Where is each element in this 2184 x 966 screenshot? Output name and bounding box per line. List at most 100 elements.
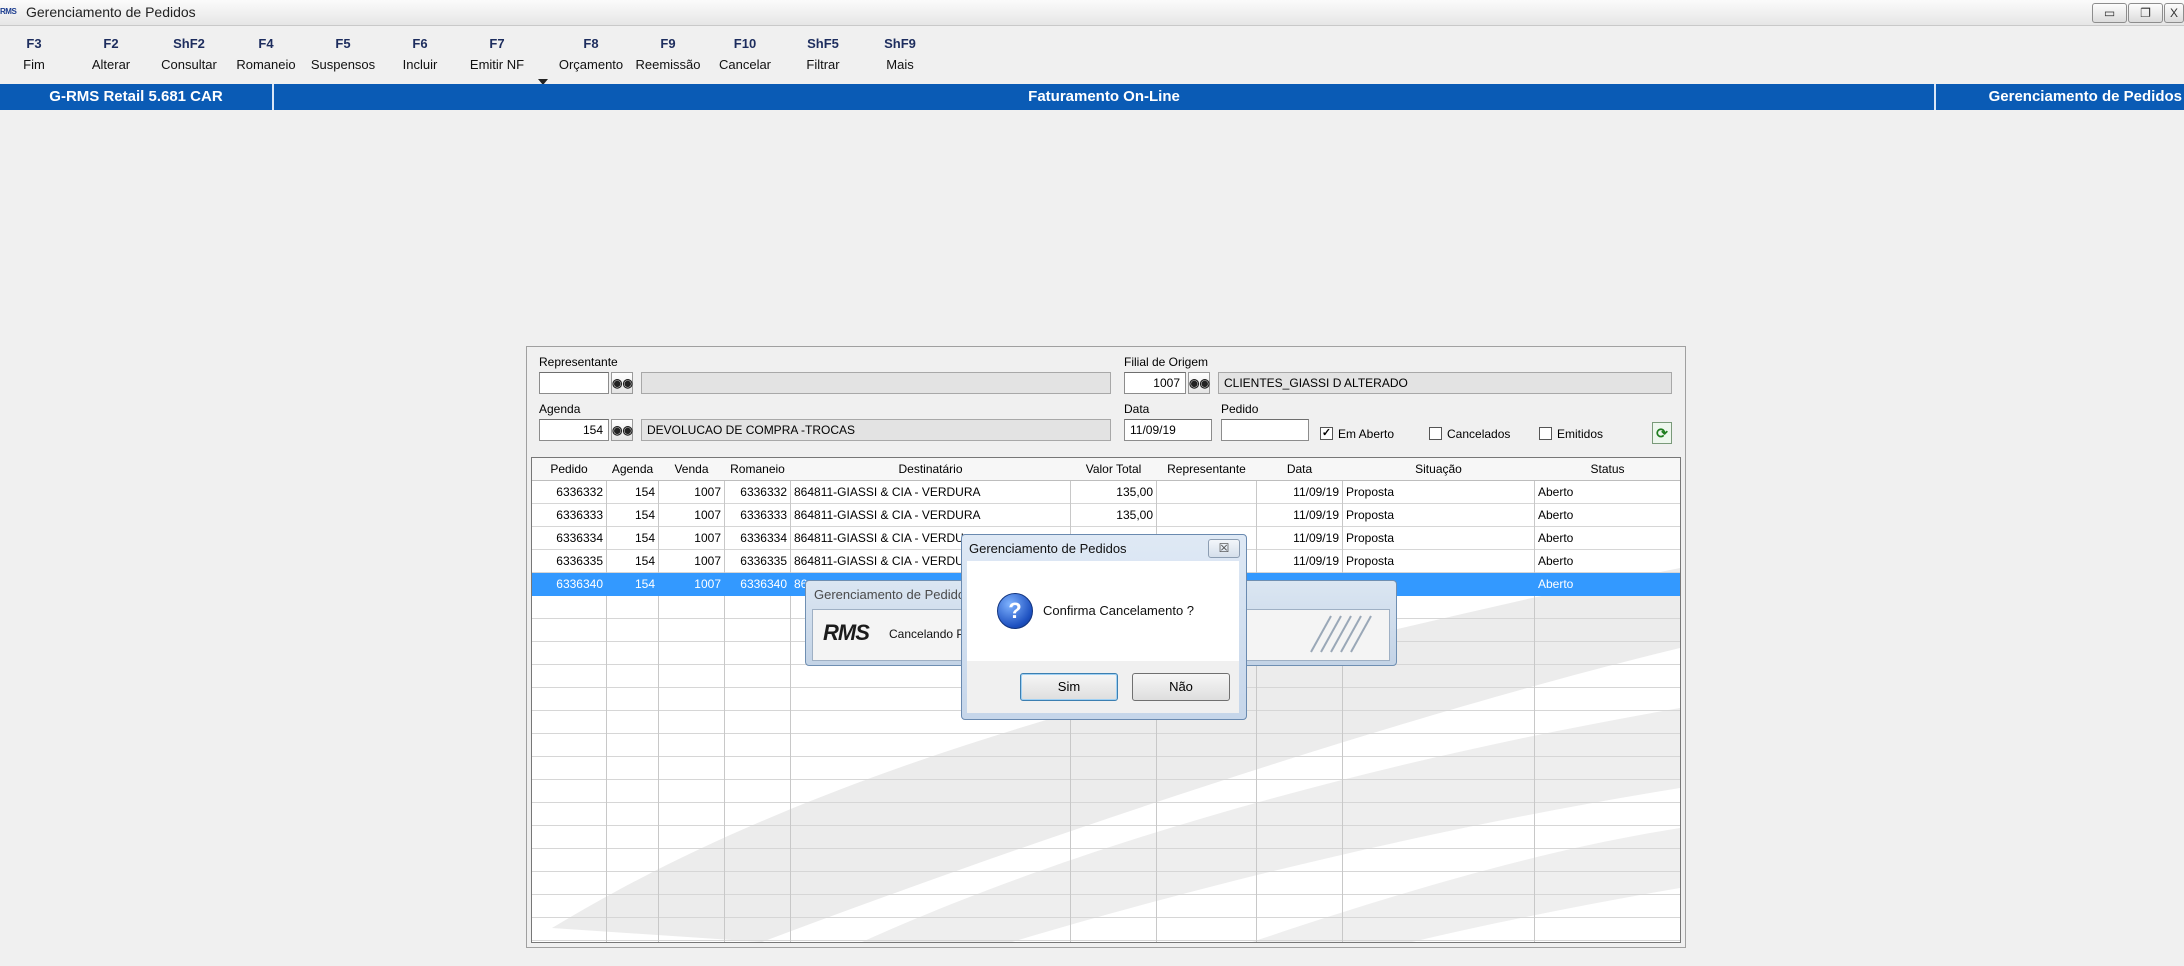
cancelados-label: Cancelados: [1447, 427, 1511, 441]
progress-dialog-title: Gerenciamento de Pedido: [814, 587, 966, 602]
toolbar-button-romaneio[interactable]: F4 Romaneio: [226, 36, 306, 72]
toolbar-button-suspensos[interactable]: F5 Suspensos: [303, 36, 383, 72]
column-header[interactable]: Data: [1257, 458, 1342, 481]
toolbar-button-emitir-nf[interactable]: F7 Emitir NF: [457, 36, 537, 72]
hotkey-label: ShF2: [173, 36, 205, 51]
agenda-label: Agenda: [539, 402, 581, 416]
representante-name-field: [641, 372, 1111, 394]
cell-agenda: 154: [634, 508, 655, 522]
hotkey-label: F4: [258, 36, 274, 51]
table-row[interactable]: 6336332 154 1007 6336332 864811-GIASSI &…: [532, 481, 1680, 504]
toolbar-button-label: Suspensos: [310, 57, 376, 72]
binoculars-icon[interactable]: ◉◉: [611, 419, 633, 441]
table-row[interactable]: 6336333 154 1007 6336333 864811-GIASSI &…: [532, 504, 1680, 527]
cell-destinatario: 864811-GIASSI & CIA - VERDURA: [794, 485, 981, 499]
confirm-dialog: Gerenciamento de Pedidos ☒ ? Confirma Ca…: [961, 534, 1247, 720]
agenda-name-field: DEVOLUCAO DE COMPRA -TROCAS: [641, 419, 1111, 441]
cell-romaneio: 6336332: [740, 485, 787, 499]
progress-stripes-icon: [1310, 615, 1372, 653]
rms-logo: RMS: [823, 620, 870, 645]
toolbar-button-mais[interactable]: ShF9 Mais: [860, 36, 940, 72]
status-band: G-RMS Retail 5.681 CAR Faturamento On-Li…: [0, 84, 2184, 110]
cell-situacao: Proposta: [1346, 531, 1395, 545]
progress-message: Cancelando Pe: [889, 627, 972, 641]
column-header[interactable]: Representante: [1157, 458, 1256, 481]
yes-button[interactable]: Sim: [1020, 673, 1118, 701]
cell-pedido: 6336340: [556, 577, 603, 591]
screen-title: Gerenciamento de Pedidos: [1988, 88, 2182, 105]
column-header[interactable]: Pedido: [532, 458, 606, 481]
cell-venda: 1007: [694, 485, 721, 499]
cell-representante: [1157, 504, 1256, 527]
column-header[interactable]: Venda: [659, 458, 724, 481]
cell-agenda: 154: [634, 485, 655, 499]
cell-status: Aberto: [1538, 531, 1574, 545]
restore-button[interactable]: ❐: [2128, 3, 2163, 23]
cell-romaneio: 6336333: [740, 508, 787, 522]
agenda-code-input[interactable]: 154: [539, 419, 609, 441]
app-icon: RMS: [0, 7, 17, 16]
cell-agenda: 154: [634, 531, 655, 545]
no-button[interactable]: Não: [1132, 673, 1230, 701]
refresh-icon[interactable]: ⟳: [1652, 422, 1672, 444]
column-header[interactable]: Status: [1535, 458, 1680, 481]
toolbar-button-filtrar[interactable]: ShF5 Filtrar: [783, 36, 863, 72]
cell-data: 11/09/19: [1293, 554, 1339, 568]
close-window-button[interactable]: X: [2164, 3, 2184, 23]
toolbar-button-cancelar[interactable]: F10 Cancelar: [705, 36, 785, 72]
toolbar-button-incluir[interactable]: F6 Incluir: [380, 36, 460, 72]
cell-situacao: Proposta: [1346, 554, 1395, 568]
toolbar-button-label: Cancelar: [718, 57, 772, 72]
toolbar-button-label: Alterar: [91, 57, 131, 72]
hotkey-label: F9: [660, 36, 676, 51]
cell-situacao: Proposta: [1346, 508, 1395, 522]
cancelados-checkbox[interactable]: [1429, 427, 1442, 440]
column-header[interactable]: Valor Total: [1071, 458, 1156, 481]
toolbar-button-label: Romaneio: [236, 57, 296, 72]
em-aberto-checkbox[interactable]: ✓: [1320, 427, 1333, 440]
binoculars-icon[interactable]: ◉◉: [611, 372, 633, 394]
hotkey-label: ShF5: [807, 36, 839, 51]
cell-representante: [1157, 481, 1256, 504]
toolbar-button-label: Fim: [23, 57, 45, 72]
cell-venda: 1007: [694, 577, 721, 591]
cell-pedido: 6336332: [556, 485, 603, 499]
filial-code-input[interactable]: 1007: [1124, 372, 1186, 394]
toolbar-button-label: Consultar: [161, 57, 217, 72]
cell-status: Aberto: [1538, 577, 1574, 591]
cell-destinatario: 864811-GIASSI & CIA - VERDURA: [794, 508, 981, 522]
cell-situacao: Proposta: [1346, 485, 1395, 499]
toolbar-button-label: Incluir: [402, 57, 438, 72]
toolbar-button-reemissao[interactable]: F9 Reemissão: [628, 36, 708, 72]
cell-romaneio: 6336335: [740, 554, 787, 568]
confirm-dialog-footer: Sim Não: [967, 661, 1239, 713]
window-title: Gerenciamento de Pedidos: [26, 4, 196, 20]
cell-data: 11/09/19: [1293, 485, 1339, 499]
column-header[interactable]: Agenda: [607, 458, 658, 481]
cell-venda: 1007: [694, 554, 721, 568]
hotkey-label: F6: [412, 36, 428, 51]
close-icon[interactable]: ☒: [1208, 539, 1240, 558]
emitidos-label: Emitidos: [1557, 427, 1604, 441]
cell-pedido: 6336335: [556, 554, 603, 568]
confirm-dialog-body: ? Confirma Cancelamento ?: [967, 561, 1239, 661]
cell-venda: 1007: [694, 508, 721, 522]
column-header[interactable]: Romaneio: [725, 458, 790, 481]
date-input[interactable]: 11/09/19: [1124, 419, 1212, 441]
toolbar-button-alterar[interactable]: F2 Alterar: [71, 36, 151, 72]
representante-code-input[interactable]: [539, 372, 609, 394]
toolbar-button-orcamento[interactable]: F8 Orçamento: [551, 36, 631, 72]
minimize-button[interactable]: ▭: [2092, 3, 2127, 23]
column-header[interactable]: Destinatário: [791, 458, 1070, 481]
cell-data: 11/09/19: [1293, 508, 1339, 522]
emitidos-checkbox[interactable]: [1539, 427, 1552, 440]
data-label: Data: [1124, 402, 1150, 416]
column-header[interactable]: Situação: [1343, 458, 1534, 481]
binoculars-icon[interactable]: ◉◉: [1188, 372, 1210, 394]
pedido-input[interactable]: [1221, 419, 1309, 441]
toolbar-button-fim[interactable]: F3 Fim: [0, 36, 74, 72]
cell-valor: 135,00: [1116, 485, 1153, 499]
toolbar-button-consultar[interactable]: ShF2 Consultar: [149, 36, 229, 72]
cell-agenda: 154: [634, 577, 655, 591]
filial-label: Filial de Origem: [1124, 355, 1209, 369]
